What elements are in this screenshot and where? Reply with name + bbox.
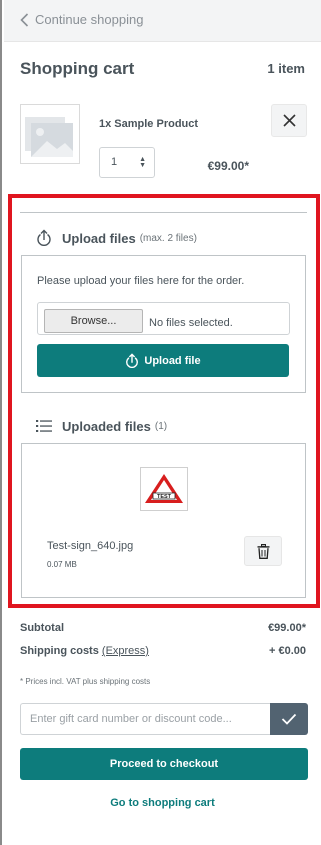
upload-file-label: Upload file: [144, 354, 201, 367]
upload-instructions: Please upload your files here for the or…: [37, 275, 245, 287]
continue-shopping-link[interactable]: Continue shopping: [20, 12, 143, 27]
trash-icon: [257, 543, 269, 559]
shipping-method-link[interactable]: (Express): [102, 645, 149, 657]
close-icon: [282, 114, 296, 127]
file-size: 0.07 MB: [47, 560, 77, 569]
uploaded-files-heading: Uploaded files (1): [62, 419, 167, 434]
file-name: Test-sign_640.jpg: [47, 540, 134, 552]
promo-code-input[interactable]: Enter gift card number or discount code.…: [20, 703, 270, 735]
promo-submit-button[interactable]: [270, 703, 308, 735]
quantity-value: 1: [111, 156, 118, 168]
quantity-select[interactable]: 1 ▲ ▼: [99, 147, 155, 178]
subtotal-value: €99.00*: [268, 622, 306, 634]
item-count: 1 item: [267, 61, 305, 76]
shipping-costs-value: + €0.00: [268, 645, 306, 657]
product-image[interactable]: [20, 104, 80, 164]
product-name[interactable]: 1x Sample Product: [99, 118, 198, 130]
select-arrows-icon: ▲ ▼: [139, 156, 146, 169]
vat-note: * Prices incl. VAT plus shipping costs: [20, 677, 151, 686]
upload-icon: [37, 229, 51, 246]
browse-button[interactable]: Browse...: [44, 309, 143, 333]
file-thumbnail[interactable]: TEST: [140, 467, 188, 511]
shipping-costs-label: Shipping costs (Express): [20, 645, 149, 657]
upload-button-icon: [126, 353, 139, 368]
offcanvas-cart: Continue shopping Shopping cart 1 item 1…: [0, 0, 321, 845]
continue-shopping-label: Continue shopping: [35, 12, 144, 27]
subtotal-label: Subtotal: [20, 622, 64, 634]
upload-file-button[interactable]: Upload file: [37, 344, 289, 377]
list-icon: [36, 420, 52, 432]
upload-files-hint: (max. 2 files): [139, 233, 197, 244]
chevron-left-icon: [20, 12, 29, 27]
upload-files-title: Upload files: [62, 231, 136, 246]
warning-sign-image: TEST: [145, 474, 183, 503]
go-to-cart-link[interactable]: Go to shopping cart: [2, 797, 321, 809]
proceed-to-checkout-button[interactable]: Proceed to checkout: [20, 748, 308, 780]
page-title: Shopping cart: [20, 59, 135, 78]
divider: [20, 212, 307, 213]
thumbnail-text: TEST: [157, 494, 172, 500]
remove-item-button[interactable]: [271, 104, 307, 137]
shipping-label: Shipping costs: [20, 645, 99, 657]
item-price: €99.00*: [207, 159, 249, 173]
checkmark-icon: [281, 713, 297, 725]
offcanvas-header: Continue shopping: [4, 0, 321, 42]
no-files-label: No files selected.: [149, 317, 233, 329]
delete-file-button[interactable]: [244, 536, 282, 566]
uploaded-files-title: Uploaded files: [62, 419, 151, 434]
upload-files-heading: Upload files (max. 2 files): [62, 231, 197, 246]
uploaded-files-count: (1): [154, 421, 168, 432]
image-placeholder-icon: [25, 117, 73, 157]
